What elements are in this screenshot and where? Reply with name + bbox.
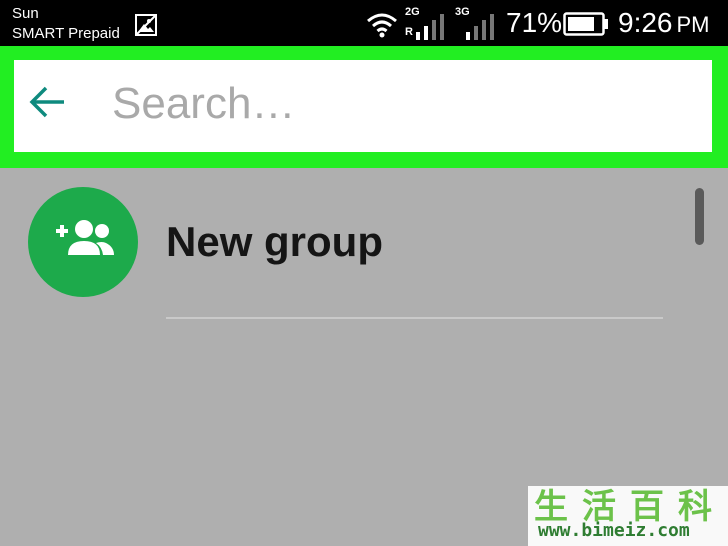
- battery-icon: [563, 12, 608, 36]
- signal-icon: [466, 14, 494, 40]
- clock-time: 9:26: [618, 7, 673, 38]
- new-group-avatar[interactable]: [28, 187, 138, 297]
- wifi-icon: [367, 13, 397, 38]
- network-2g: 2G R: [405, 6, 445, 40]
- svg-text:生活百科: 生活百科: [534, 487, 726, 524]
- scrollbar[interactable]: [695, 188, 704, 245]
- roaming-indicator: R: [405, 26, 413, 38]
- list-item-label: New group: [166, 218, 383, 265]
- add-group-icon: [56, 220, 114, 255]
- carrier-plan: SMART Prepaid: [12, 25, 120, 42]
- gallery-icon: [135, 14, 157, 36]
- battery-percent: 71%: [506, 7, 563, 38]
- watermark-logo: 生活百科: [534, 487, 726, 524]
- signal-icon: [416, 14, 444, 40]
- search-input[interactable]: [112, 72, 692, 136]
- clock: 9:26 PM: [618, 6, 710, 42]
- carrier-info: Sun SMART Prepaid: [12, 4, 120, 44]
- status-bar: Sun SMART Prepaid 2G R 3G 71% 9:26 PM: [0, 0, 728, 46]
- back-arrow-icon[interactable]: [28, 84, 68, 120]
- watermark-url: www.bimeiz.com: [538, 520, 690, 541]
- clock-ampm: PM: [676, 12, 710, 37]
- divider: [166, 317, 663, 319]
- carrier-name: Sun: [12, 5, 39, 22]
- network-3g: 3G: [455, 6, 495, 40]
